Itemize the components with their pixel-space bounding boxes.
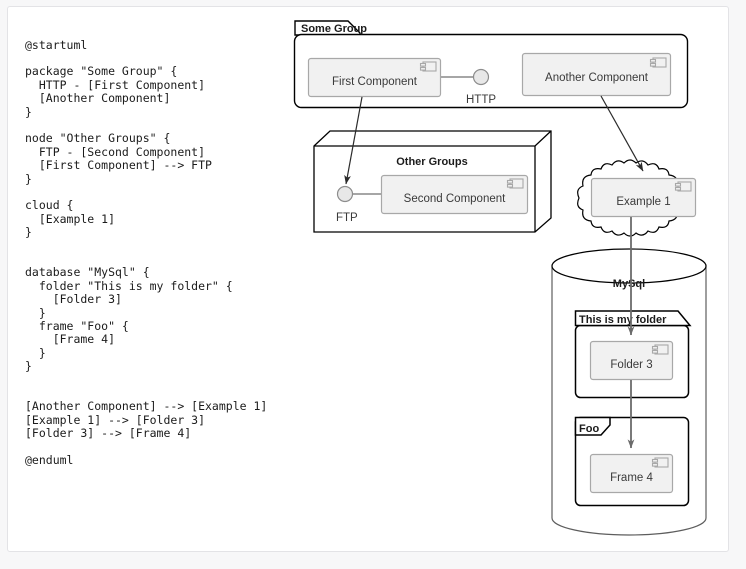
component-folder-3[interactable]: Folder 3	[589, 340, 674, 381]
component-label-example-1: Example 1	[616, 196, 670, 208]
component-second-component[interactable]: Second Component	[380, 174, 529, 215]
component-label-frame-4: Frame 4	[610, 472, 653, 484]
component-frame-4[interactable]: Frame 4	[589, 453, 674, 494]
container-label-foo: Foo	[579, 423, 599, 435]
interface-label-ftp: FTP	[336, 212, 358, 224]
interface-circle	[472, 68, 490, 86]
interface-label-http: HTTP	[466, 94, 496, 106]
component-icon	[651, 344, 669, 355]
component-icon	[419, 61, 437, 72]
component-icon	[674, 181, 692, 192]
component-icon	[649, 57, 667, 68]
component-label-another-component: Another Component	[545, 72, 649, 84]
component-icon	[506, 178, 524, 189]
component-icon	[651, 457, 669, 468]
diagram-canvas: Some Group First Component HTTP Another …	[293, 20, 707, 536]
component-another-component[interactable]: Another Component	[521, 52, 672, 97]
component-label-second-component: Second Component	[404, 193, 506, 205]
container-label-some-group: Some Group	[301, 23, 367, 35]
screenshot-root: @startuml package "Some Group" { HTTP - …	[0, 0, 746, 569]
component-example-1[interactable]: Example 1	[590, 177, 697, 218]
container-label-this-is-my-folder: This is my folder	[579, 314, 667, 326]
component-first-component[interactable]: First Component	[307, 57, 442, 98]
content-panel: @startuml package "Some Group" { HTTP - …	[7, 6, 729, 552]
component-label-folder-3: Folder 3	[610, 359, 652, 371]
component-label-first-component: First Component	[332, 76, 418, 88]
container-label-mysql: MySql	[613, 278, 645, 290]
plantuml-source-code: @startuml package "Some Group" { HTTP - …	[25, 37, 268, 468]
plantuml-diagram: Some Group First Component HTTP Another …	[290, 13, 730, 543]
container-label-other-groups: Other Groups	[396, 156, 468, 168]
interface-circle	[336, 185, 354, 203]
